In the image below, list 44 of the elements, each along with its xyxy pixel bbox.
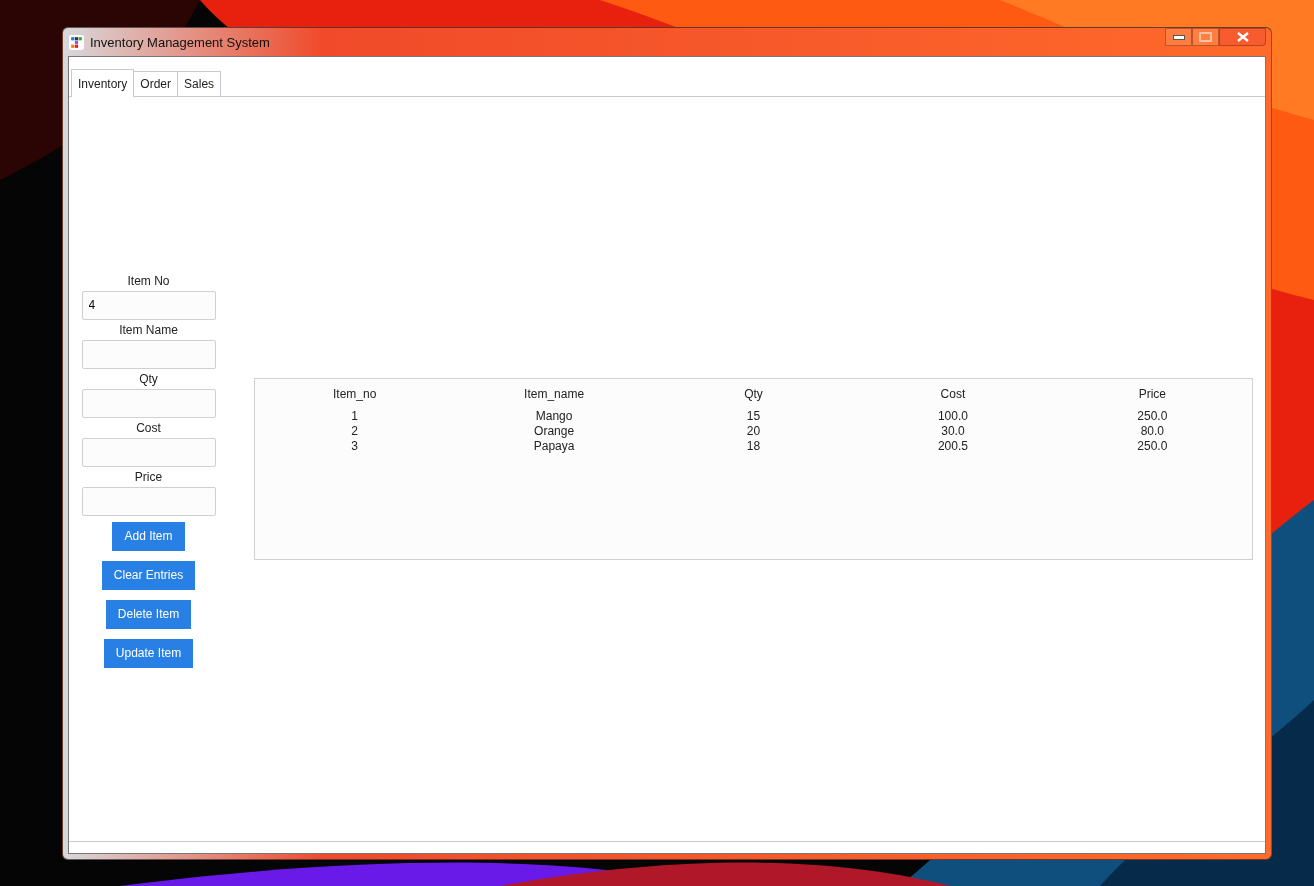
table-cell-text: 3 bbox=[350, 439, 360, 454]
column-header[interactable]: Price bbox=[1052, 387, 1253, 402]
input-field[interactable] bbox=[81, 486, 216, 516]
table-cell-text: 1 bbox=[350, 409, 360, 424]
maximize-button[interactable] bbox=[1192, 28, 1219, 46]
column-header[interactable]: Cost bbox=[853, 387, 1053, 402]
table-cell-text: 250.0 bbox=[1136, 409, 1169, 424]
field-label: Price bbox=[134, 468, 163, 486]
input-field[interactable] bbox=[81, 388, 216, 418]
table-cell-text: Mango bbox=[534, 409, 574, 424]
table-cell-text: 2 bbox=[350, 424, 360, 439]
field-label: Item No bbox=[127, 272, 170, 290]
input-field[interactable] bbox=[81, 437, 216, 467]
input-field[interactable] bbox=[81, 339, 216, 369]
field-label: Item Name bbox=[119, 321, 178, 339]
close-icon bbox=[1236, 32, 1249, 42]
field-label: Qty bbox=[139, 370, 158, 388]
tab[interactable]: Inventory bbox=[71, 69, 135, 97]
close-button[interactable] bbox=[1219, 28, 1266, 46]
action-button[interactable]: Clear Entries bbox=[101, 560, 196, 590]
table-cell-text: 20 bbox=[745, 424, 762, 439]
column-header[interactable]: Item_no bbox=[255, 387, 455, 402]
table-cell-text: 15 bbox=[745, 409, 762, 424]
action-button[interactable]: Update Item bbox=[103, 638, 194, 668]
table-cell-text: 18 bbox=[745, 439, 762, 454]
minimize-button[interactable] bbox=[1165, 28, 1192, 46]
input-field[interactable]: 4 bbox=[81, 290, 216, 320]
tab[interactable]: Sales bbox=[177, 71, 222, 96]
action-button[interactable]: Add Item bbox=[112, 521, 185, 551]
app-icon bbox=[69, 34, 84, 50]
field-label: Cost bbox=[136, 419, 161, 437]
table-cell-text: Orange bbox=[533, 424, 576, 439]
table-cell-text: 250.0 bbox=[1136, 439, 1169, 454]
window-title: Inventory Management System bbox=[90, 34, 270, 50]
table-cell-text: 200.5 bbox=[936, 439, 969, 454]
table-cell-text: 30.0 bbox=[940, 424, 966, 439]
table-cell-text: Papaya bbox=[532, 439, 576, 454]
column-header[interactable]: Item_name bbox=[454, 387, 654, 402]
maximize-icon bbox=[1199, 32, 1212, 42]
minimize-icon bbox=[1172, 34, 1185, 40]
column-header[interactable]: Qty bbox=[653, 387, 854, 402]
table-cell-text: 100.0 bbox=[936, 409, 969, 424]
action-button[interactable]: Delete Item bbox=[105, 599, 192, 629]
table-cell-text: 80.0 bbox=[1139, 424, 1165, 439]
